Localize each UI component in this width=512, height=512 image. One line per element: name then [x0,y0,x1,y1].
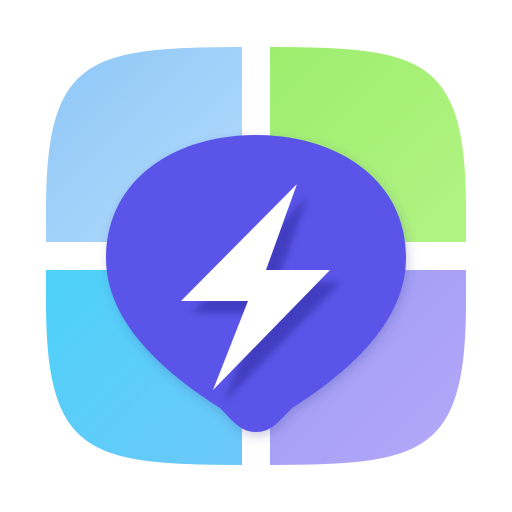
app-icon-graphic [46,47,466,465]
app-icon [0,0,512,512]
